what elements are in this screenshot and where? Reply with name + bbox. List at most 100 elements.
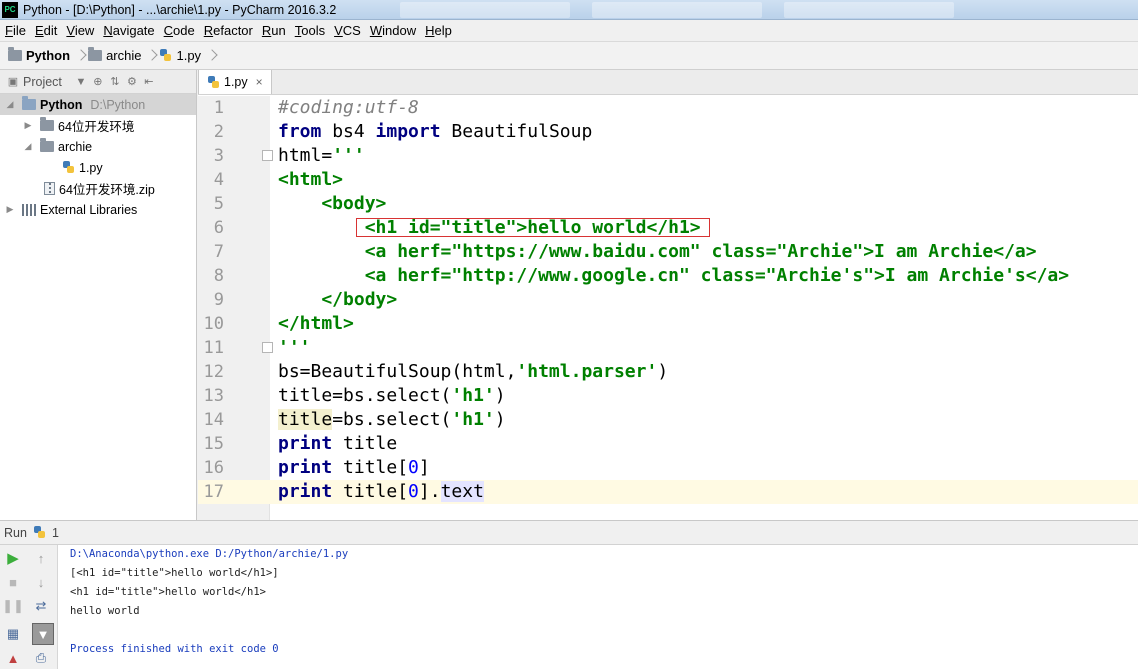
arrow-down-icon[interactable]: ↓ [32,573,50,591]
collapse-all-icon[interactable]: ⇅ [108,75,122,89]
chevron-right-icon [148,46,156,66]
rerun-icon[interactable]: ▶ [4,549,22,567]
code-line[interactable]: 14 title=bs.select('h1') [198,408,1138,432]
project-view-selector[interactable]: Project [23,75,62,89]
chevron-down-icon[interactable]: ◢ [22,141,34,153]
code-line-current[interactable]: 17 print title[0].text [198,480,1138,504]
code-line[interactable]: 9 </body> [198,288,1138,312]
taskbar-tab[interactable] [784,2,954,18]
tree-item-external-libraries[interactable]: ▶ External Libraries [0,199,196,220]
window-title: Python - [D:\Python] - ...\archie\1.py -… [23,2,337,17]
menu-refactor[interactable]: Refactor [200,23,257,38]
menu-window[interactable]: Window [366,23,420,38]
project-panel-header: ▣ Project ▼ ⊕ ⇅ ⚙ ⇤ [0,70,196,94]
console-line: hello world [70,605,140,617]
project-panel: ▣ Project ▼ ⊕ ⇅ ⚙ ⇤ ◢ Python D:\Python ▶… [0,70,197,520]
zip-file-icon [44,182,55,195]
soft-wrap-icon[interactable]: ⇄ [32,597,50,615]
pycharm-logo-icon: PC [2,1,18,18]
breadcrumb-archie[interactable]: archie [88,47,141,63]
chevron-right-icon[interactable]: ▶ [4,204,16,216]
menu-file[interactable]: File [1,23,30,38]
folder-icon [8,47,22,61]
tab-1py[interactable]: 1.py × [198,70,272,94]
restore-layout-icon[interactable]: ▦ [4,625,22,643]
python-file-icon [62,161,75,174]
tree-item-64bit-env-zip[interactable]: 64位开发环境.zip [0,178,196,199]
console-line: [<h1 id="title">hello world</h1>] [70,567,279,579]
gear-icon[interactable]: ⚙ [125,75,139,89]
library-icon [22,203,36,216]
menu-navigate[interactable]: Navigate [99,23,158,38]
code-line[interactable]: 12 bs=BeautifulSoup(html,'html.parser') [198,360,1138,384]
title-bar: PC Python - [D:\Python] - ...\archie\1.p… [0,0,1138,20]
code-line[interactable]: 3 html=''' [198,144,1138,168]
tree-item-64bit-env[interactable]: ▶ 64位开发环境 [0,115,196,136]
breadcrumb-1py[interactable]: 1.py [159,48,201,63]
taskbar-tab[interactable] [592,2,762,18]
scroll-to-end-icon[interactable]: ▼ [32,623,54,645]
menu-bar: File Edit View Navigate Code Refactor Ru… [0,20,1138,42]
run-toolbar: ▶ ↑ ■ ↓ ❚❚ ⇄ ▦ ▼ ▲ ⎙ [0,545,58,669]
console-line: Process finished with exit code 0 [70,643,279,655]
breadcrumb-python[interactable]: Python [8,47,70,63]
python-file-icon [33,526,46,539]
print-icon[interactable]: ⎙ [32,649,50,667]
folder-icon [88,47,103,61]
folder-icon [22,96,36,110]
menu-run[interactable]: Run [258,23,290,38]
arrow-up-icon[interactable]: ↑ [32,549,50,567]
close-icon[interactable]: × [256,75,263,89]
hide-panel-icon[interactable]: ⇤ [142,75,156,89]
run-panel: Run 1 ▶ ↑ ■ ↓ ❚❚ ⇄ ▦ ▼ ▲ ⎙ D:\Anaconda\p… [0,520,1138,669]
console-line: <h1 id="title">hello world</h1> [70,586,266,598]
python-file-icon [159,49,172,62]
dropdown-arrow-icon[interactable]: ▼ [74,75,88,89]
code-line[interactable]: 1 #coding:utf-8 [198,96,1138,120]
code-line[interactable]: 7 <a herf="https://www.baidu.com" class=… [198,240,1138,264]
pause-icon[interactable]: ❚❚ [2,597,24,615]
code-line[interactable]: 5 <body> [198,192,1138,216]
menu-help[interactable]: Help [421,23,456,38]
editor-tab-bar: 1.py × [198,70,1138,95]
tree-item-archie[interactable]: ◢ archie [0,136,196,157]
stop-icon[interactable]: ■ [4,573,22,591]
menu-view[interactable]: View [62,23,98,38]
project-view-icon: ▣ [7,76,19,88]
taskbar-tab[interactable] [400,2,570,18]
folder-icon [40,117,54,131]
menu-tools[interactable]: Tools [291,23,329,38]
fold-marker-icon[interactable] [262,150,273,161]
console-line: D:\Anaconda\python.exe D:/Python/archie/… [70,548,349,560]
chevron-right-icon [77,46,85,66]
chevron-right-icon[interactable]: ▶ [22,120,34,132]
menu-vcs[interactable]: VCS [330,23,365,38]
code-line[interactable]: 16 print title[0] [198,456,1138,480]
scroll-from-source-icon[interactable]: ⊕ [91,75,105,89]
pin-tab-icon[interactable]: ▲ [4,649,22,667]
python-file-icon [207,75,220,89]
code-area[interactable]: 1 #coding:utf-8 2 from bs4 import Beauti… [198,96,1138,520]
code-line[interactable]: 4 <html> [198,168,1138,192]
chevron-down-icon[interactable]: ◢ [4,99,16,111]
run-config-tab[interactable]: 1 [52,526,59,540]
code-line[interactable]: 10 </html> [198,312,1138,336]
code-editor: 1.py × 1 #coding:utf-8 2 from bs4 import… [198,70,1138,520]
code-line[interactable]: 15 print title [198,432,1138,456]
chevron-right-icon [208,46,216,66]
code-line[interactable]: 2 from bs4 import BeautifulSoup [198,120,1138,144]
code-line[interactable]: 11 ''' [198,336,1138,360]
console-output[interactable]: D:\Anaconda\python.exe D:/Python/archie/… [70,545,348,659]
highlight-box [356,218,710,237]
menu-code[interactable]: Code [160,23,199,38]
run-panel-header: Run 1 [0,521,1138,545]
tree-item-1py[interactable]: 1.py [0,157,196,178]
code-line[interactable]: 8 <a herf="http://www.google.cn" class="… [198,264,1138,288]
tree-item-python[interactable]: ◢ Python D:\Python [0,94,196,115]
menu-edit[interactable]: Edit [31,23,61,38]
fold-marker-icon[interactable] [262,342,273,353]
code-line[interactable]: 13 title=bs.select('h1') [198,384,1138,408]
taskbar-tabs [400,2,976,18]
breadcrumb: Python archie 1.py [0,42,1138,70]
folder-icon [40,138,54,152]
